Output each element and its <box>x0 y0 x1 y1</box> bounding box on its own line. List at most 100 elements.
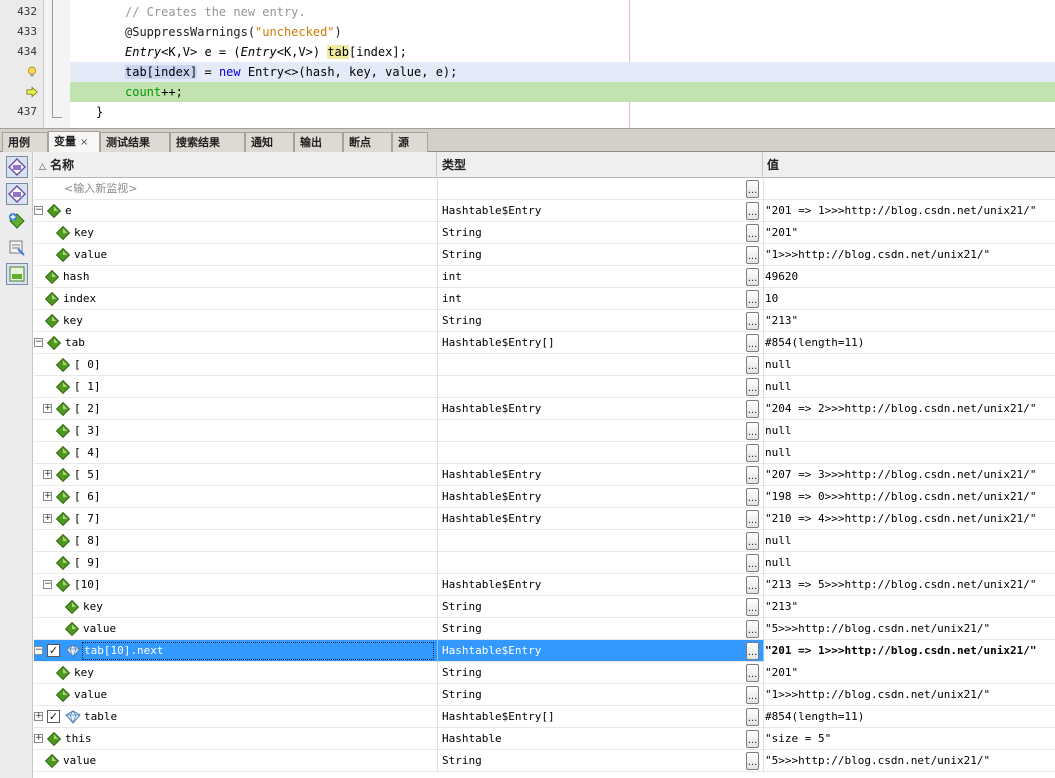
value-cell[interactable]: "size = 5" <box>763 728 1055 750</box>
hint-bulb-icon[interactable] <box>26 66 38 78</box>
edit-value-ellipsis-button[interactable]: ... <box>746 730 759 748</box>
tab-4[interactable]: 通知 <box>245 132 294 152</box>
edit-value-ellipsis-button[interactable]: ... <box>746 686 759 704</box>
code-line[interactable]: // Creates the new entry. <box>125 2 1055 22</box>
collapse-toggle[interactable]: − <box>34 338 43 347</box>
collapse-toggle[interactable]: − <box>34 206 43 215</box>
variable-row[interactable]: [ 3]... null <box>34 420 1055 442</box>
new-watch-placeholder[interactable]: <输入新监视> <box>64 178 137 200</box>
variable-row[interactable]: + [ 5] Hashtable$Entry... "207 => 3>>>http:… <box>34 464 1055 486</box>
collapse-toggle[interactable]: − <box>34 646 43 655</box>
value-cell[interactable]: "1>>>http://blog.csdn.net/unix21/" <box>763 244 1055 266</box>
edit-value-ellipsis-button[interactable]: ... <box>746 554 759 572</box>
variable-row[interactable]: <输入新监视>... <box>34 178 1055 200</box>
edit-value-ellipsis-button[interactable]: ... <box>746 202 759 220</box>
variable-row[interactable]: index int... 10 <box>34 288 1055 310</box>
variable-row[interactable]: + [ 7] Hashtable$Entry... "210 => 4>>>http:… <box>34 508 1055 530</box>
edit-value-ellipsis-button[interactable]: ... <box>746 664 759 682</box>
edit-value-ellipsis-button[interactable]: ... <box>746 708 759 726</box>
value-cell[interactable]: "201" <box>763 222 1055 244</box>
variable-row[interactable]: − ✓ tab[10].next Hashtable$Entry... "201 => … <box>34 640 1055 662</box>
variable-row[interactable]: − [10] Hashtable$Entry... "213 => 5>>>http:… <box>34 574 1055 596</box>
watch-enabled-checkbox[interactable]: ✓ <box>47 644 60 657</box>
edit-value-ellipsis-button[interactable]: ... <box>746 334 759 352</box>
variable-row[interactable]: value String... "5>>>http://blog.csdn.net/… <box>34 618 1055 640</box>
variable-row[interactable]: key String... "213" <box>34 596 1055 618</box>
value-cell[interactable]: "213 => 5>>>http://blog.csdn.net/unix21/… <box>763 574 1055 596</box>
variable-row[interactable]: + [ 6] Hashtable$Entry... "198 => 0>>>http:… <box>34 486 1055 508</box>
expand-toggle[interactable]: + <box>34 734 43 743</box>
value-cell[interactable]: "204 => 2>>>http://blog.csdn.net/unix21/… <box>763 398 1055 420</box>
edit-value-ellipsis-button[interactable]: ... <box>746 378 759 396</box>
variable-row[interactable]: [ 4]... null <box>34 442 1055 464</box>
edit-value-ellipsis-button[interactable]: ... <box>746 400 759 418</box>
tab-1[interactable]: 变量 × <box>48 131 100 153</box>
evaluate-expression-button[interactable] <box>6 236 28 258</box>
value-cell[interactable]: #854(length=11) <box>763 706 1055 728</box>
variable-row[interactable]: hash int... 49620 <box>34 266 1055 288</box>
edit-value-ellipsis-button[interactable]: ... <box>746 752 759 770</box>
column-header-type[interactable]: 类型 <box>437 152 763 178</box>
variable-row[interactable]: + this Hashtable... "size = 5" <box>34 728 1055 750</box>
edit-value-ellipsis-button[interactable]: ... <box>746 466 759 484</box>
code-line[interactable]: @SuppressWarnings("unchecked") <box>125 22 1055 42</box>
edit-value-ellipsis-button[interactable]: ... <box>746 576 759 594</box>
collapse-toggle[interactable]: − <box>43 580 52 589</box>
edit-value-ellipsis-button[interactable]: ... <box>746 312 759 330</box>
code-line[interactable]: } <box>96 102 1055 122</box>
tab-2[interactable]: 测试结果 <box>100 132 170 152</box>
expand-toggle[interactable]: + <box>43 404 52 413</box>
edit-value-ellipsis-button[interactable]: ... <box>746 356 759 374</box>
variable-row[interactable]: value String... "1>>>http://blog.csdn.net/… <box>34 244 1055 266</box>
value-cell[interactable]: "201" <box>763 662 1055 684</box>
variable-row[interactable]: key String... "201" <box>34 662 1055 684</box>
edit-value-ellipsis-button[interactable]: ... <box>746 290 759 308</box>
edit-value-ellipsis-button[interactable]: ... <box>746 224 759 242</box>
code-line[interactable]: count++; <box>125 82 1055 102</box>
value-cell[interactable]: "201 => 1>>>http://blog.csdn.net/unix21/… <box>763 640 1055 662</box>
watch-enabled-checkbox[interactable]: ✓ <box>47 710 60 723</box>
edit-value-ellipsis-button[interactable]: ... <box>746 598 759 616</box>
expand-toggle[interactable]: + <box>34 712 43 721</box>
column-header-name[interactable]: △ 名称 <box>34 152 437 178</box>
variable-row[interactable]: [ 9]... null <box>34 552 1055 574</box>
expand-toggle[interactable]: + <box>43 470 52 479</box>
show-static-button[interactable] <box>6 156 28 178</box>
edit-value-ellipsis-button[interactable]: ... <box>746 246 759 264</box>
edit-value-ellipsis-button[interactable]: ... <box>746 510 759 528</box>
code-editor[interactable]: 432 433 434 437 // Creates the new entry. @S… <box>0 0 1055 128</box>
show-inherited-button[interactable] <box>6 183 28 205</box>
value-cell[interactable] <box>763 178 1055 200</box>
edit-value-ellipsis-button[interactable]: ... <box>746 532 759 550</box>
variable-row[interactable]: − tab Hashtable$Entry[]... #854(length=11) <box>34 332 1055 354</box>
value-cell[interactable]: null <box>763 420 1055 442</box>
value-cell[interactable]: "5>>>http://blog.csdn.net/unix21/" <box>763 750 1055 772</box>
edit-value-ellipsis-button[interactable]: ... <box>746 268 759 286</box>
show-values-button[interactable] <box>6 263 28 285</box>
expand-toggle[interactable]: + <box>43 514 52 523</box>
value-cell[interactable]: null <box>763 552 1055 574</box>
value-cell[interactable]: #854(length=11) <box>763 332 1055 354</box>
edit-value-ellipsis-button[interactable]: ... <box>746 620 759 638</box>
value-cell[interactable]: "1>>>http://blog.csdn.net/unix21/" <box>763 684 1055 706</box>
value-cell[interactable]: "213" <box>763 596 1055 618</box>
variable-row[interactable]: value String... "5>>>http://blog.csdn.net/… <box>34 750 1055 772</box>
column-header-value[interactable]: 值 <box>763 152 1055 178</box>
edit-value-ellipsis-button[interactable]: ... <box>746 642 759 660</box>
edit-value-ellipsis-button[interactable]: ... <box>746 488 759 506</box>
tab-7[interactable]: 源 <box>392 132 428 152</box>
expand-toggle[interactable]: + <box>43 492 52 501</box>
edit-value-ellipsis-button[interactable]: ... <box>746 422 759 440</box>
tab-3[interactable]: 搜索结果 <box>170 132 245 152</box>
code-line[interactable]: Entry<K,V> e = (Entry<K,V>) tab[index]; <box>125 42 1055 62</box>
tab-0[interactable]: 用例 <box>2 132 48 152</box>
tab-6[interactable]: 断点 <box>343 132 392 152</box>
new-watch-button[interactable] <box>6 210 28 232</box>
variable-row[interactable]: + [ 2] Hashtable$Entry... "204 => 2>>>http:… <box>34 398 1055 420</box>
value-cell[interactable]: null <box>763 354 1055 376</box>
value-cell[interactable]: 10 <box>763 288 1055 310</box>
close-tab-icon[interactable]: × <box>80 137 88 148</box>
variable-row[interactable]: − e Hashtable$Entry... "201 => 1>>>http://b… <box>34 200 1055 222</box>
variable-row[interactable]: [ 8]... null <box>34 530 1055 552</box>
variable-row[interactable]: + ✓ table Hashtable$Entry[]... #854(length=1… <box>34 706 1055 728</box>
